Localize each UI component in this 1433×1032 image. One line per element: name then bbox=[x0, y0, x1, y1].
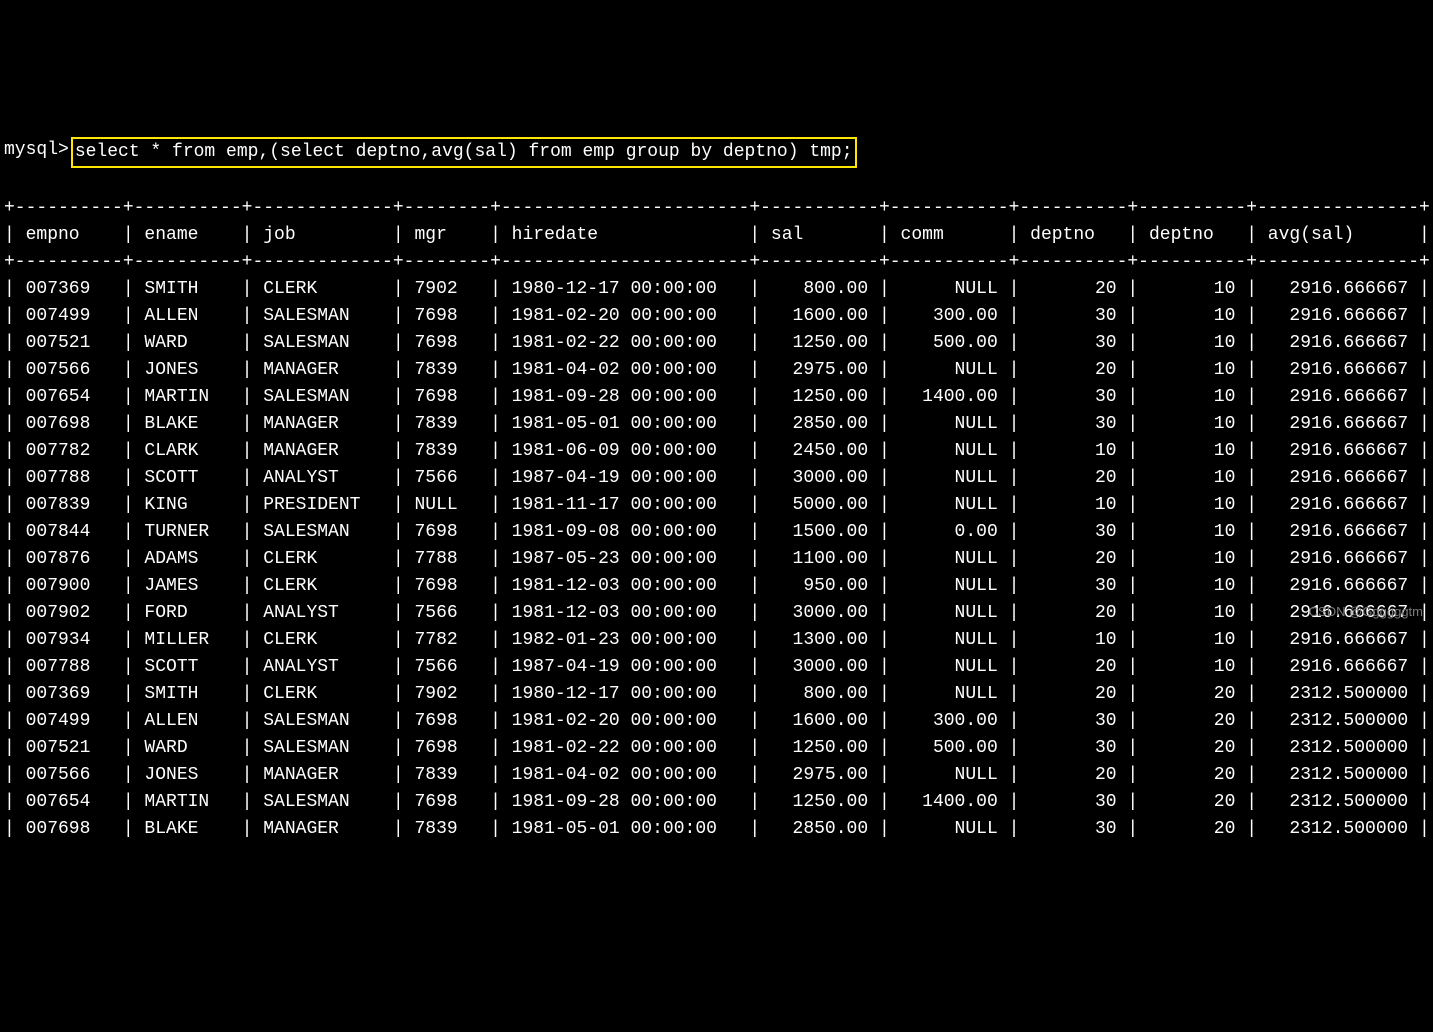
table-row: | 007566 | JONES | MANAGER | 7839 | 1981… bbox=[4, 357, 1433, 384]
table-row: | 007788 | SCOTT | ANALYST | 7566 | 1987… bbox=[4, 465, 1433, 492]
table-row: | 007902 | FORD | ANALYST | 7566 | 1981-… bbox=[4, 600, 1433, 627]
table-row: | 007782 | CLARK | MANAGER | 7839 | 1981… bbox=[4, 438, 1433, 465]
mysql-prompt: mysql> bbox=[4, 137, 69, 164]
table-row: | 007876 | ADAMS | CLERK | 7788 | 1987-0… bbox=[4, 546, 1433, 573]
table-row: | 007499 | ALLEN | SALESMAN | 7698 | 198… bbox=[4, 303, 1433, 330]
prompt-line: mysql> select * from emp,(select deptno,… bbox=[4, 137, 1433, 168]
table-row: | 007566 | JONES | MANAGER | 7839 | 1981… bbox=[4, 762, 1433, 789]
table-row: | 007499 | ALLEN | SALESMAN | 7698 | 198… bbox=[4, 708, 1433, 735]
table-row: | 007654 | MARTIN | SALESMAN | 7698 | 19… bbox=[4, 789, 1433, 816]
result-table: +----------+----------+-------------+---… bbox=[4, 195, 1433, 843]
table-row: | 007839 | KING | PRESIDENT | NULL | 198… bbox=[4, 492, 1433, 519]
table-row: | 007934 | MILLER | CLERK | 7782 | 1982-… bbox=[4, 627, 1433, 654]
table-divider: +----------+----------+-------------+---… bbox=[4, 195, 1433, 222]
table-row: | 007369 | SMITH | CLERK | 7902 | 1980-1… bbox=[4, 681, 1433, 708]
table-header-row: | empno | ename | job | mgr | hiredate |… bbox=[4, 222, 1433, 249]
sql-query[interactable]: select * from emp,(select deptno,avg(sal… bbox=[75, 142, 853, 162]
table-row: | 007900 | JAMES | CLERK | 7698 | 1981-1… bbox=[4, 573, 1433, 600]
watermark: CSDN @Ggggggtm bbox=[1309, 602, 1423, 622]
query-highlight-box: select * from emp,(select deptno,avg(sal… bbox=[71, 137, 857, 168]
table-row: | 007788 | SCOTT | ANALYST | 7566 | 1987… bbox=[4, 654, 1433, 681]
table-row: | 007521 | WARD | SALESMAN | 7698 | 1981… bbox=[4, 330, 1433, 357]
table-row: | 007369 | SMITH | CLERK | 7902 | 1980-1… bbox=[4, 276, 1433, 303]
table-row: | 007844 | TURNER | SALESMAN | 7698 | 19… bbox=[4, 519, 1433, 546]
table-row: | 007654 | MARTIN | SALESMAN | 7698 | 19… bbox=[4, 384, 1433, 411]
table-row: | 007521 | WARD | SALESMAN | 7698 | 1981… bbox=[4, 735, 1433, 762]
table-row: | 007698 | BLAKE | MANAGER | 7839 | 1981… bbox=[4, 411, 1433, 438]
table-row: | 007698 | BLAKE | MANAGER | 7839 | 1981… bbox=[4, 816, 1433, 843]
terminal-output: mysql> select * from emp,(select deptno,… bbox=[0, 108, 1433, 870]
table-divider: +----------+----------+-------------+---… bbox=[4, 249, 1433, 276]
